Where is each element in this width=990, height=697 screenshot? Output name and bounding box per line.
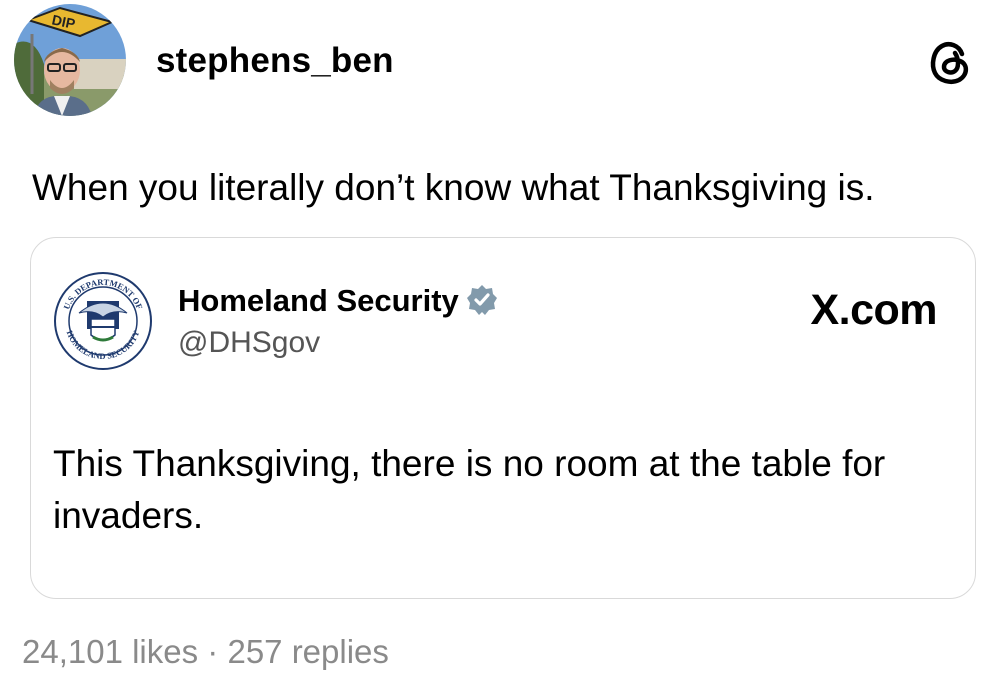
verified-badge-icon bbox=[465, 283, 499, 317]
post-text: When you literally don’t know what Thank… bbox=[32, 167, 875, 208]
avatar[interactable]: DIP bbox=[14, 4, 126, 116]
replies-count[interactable]: 257 replies bbox=[227, 633, 388, 670]
quoted-author-handle[interactable]: @DHSgov bbox=[178, 326, 320, 360]
quoted-post-card[interactable]: U.S. DEPARTMENT OF HOMELAND SECURITY Hom… bbox=[30, 237, 976, 599]
threads-icon[interactable] bbox=[926, 37, 976, 87]
stats-separator: · bbox=[207, 633, 219, 670]
quoted-author-name-text: Homeland Security bbox=[178, 283, 459, 318]
source-label: X.com bbox=[810, 286, 937, 334]
quoted-post-text: This Thanksgiving, there is no room at t… bbox=[53, 443, 886, 536]
dhs-seal-icon: U.S. DEPARTMENT OF HOMELAND SECURITY bbox=[53, 271, 153, 371]
likes-count[interactable]: 24,101 likes bbox=[22, 633, 198, 670]
post-stats: 24,101 likes · 257 replies bbox=[22, 633, 389, 671]
username[interactable]: stephens_ben bbox=[156, 41, 394, 81]
quoted-author-name[interactable]: Homeland Security bbox=[178, 283, 499, 319]
post-header: DIP stephens_ben bbox=[14, 4, 976, 120]
